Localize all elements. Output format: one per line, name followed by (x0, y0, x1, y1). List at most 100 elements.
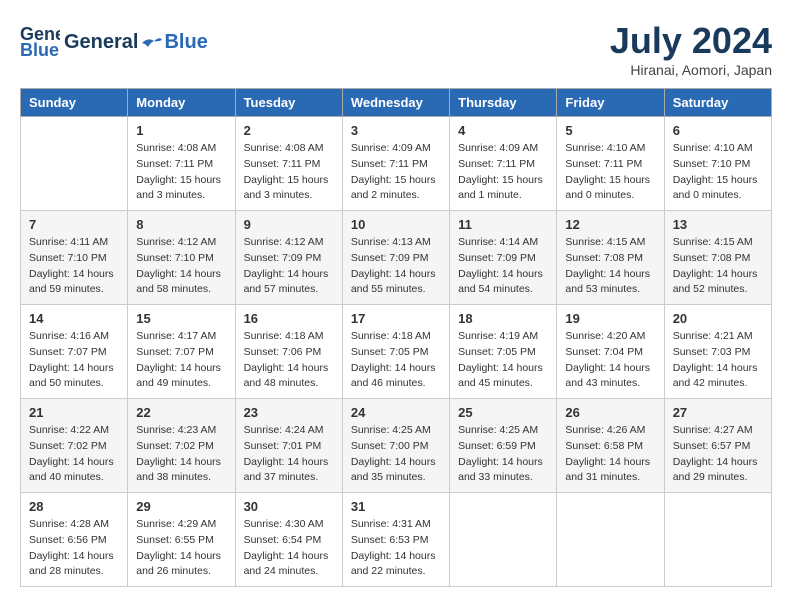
day-info: Sunrise: 4:20 AM Sunset: 7:04 PM Dayligh… (565, 329, 655, 392)
day-info: Sunrise: 4:13 AM Sunset: 7:09 PM Dayligh… (351, 235, 441, 298)
day-info: Sunrise: 4:10 AM Sunset: 7:11 PM Dayligh… (565, 141, 655, 204)
day-number: 29 (136, 499, 226, 514)
calendar-cell: 25 Sunrise: 4:25 AM Sunset: 6:59 PM Dayli… (450, 399, 557, 493)
calendar-cell: 27 Sunrise: 4:27 AM Sunset: 6:57 PM Dayli… (664, 399, 771, 493)
calendar-cell: 16 Sunrise: 4:18 AM Sunset: 7:06 PM Dayli… (235, 305, 342, 399)
day-number: 28 (29, 499, 119, 514)
day-number: 5 (565, 123, 655, 138)
calendar-cell: 19 Sunrise: 4:20 AM Sunset: 7:04 PM Dayli… (557, 305, 664, 399)
day-info: Sunrise: 4:17 AM Sunset: 7:07 PM Dayligh… (136, 329, 226, 392)
calendar-cell (450, 493, 557, 587)
day-info: Sunrise: 4:18 AM Sunset: 7:06 PM Dayligh… (244, 329, 334, 392)
week-row-4: 21 Sunrise: 4:22 AM Sunset: 7:02 PM Dayli… (21, 399, 772, 493)
day-number: 27 (673, 405, 763, 420)
day-info: Sunrise: 4:12 AM Sunset: 7:10 PM Dayligh… (136, 235, 226, 298)
calendar-cell: 1Sunrise: 4:08 AM Sunset: 7:11 PM Daylig… (128, 117, 235, 211)
calendar-cell: 12 Sunrise: 4:15 AM Sunset: 7:08 PM Dayli… (557, 211, 664, 305)
day-number: 16 (244, 311, 334, 326)
day-number: 11 (458, 217, 548, 232)
day-number: 10 (351, 217, 441, 232)
logo: General Blue General Blue (20, 20, 208, 65)
day-number: 17 (351, 311, 441, 326)
day-header-friday: Friday (557, 89, 664, 117)
week-row-5: 28 Sunrise: 4:28 AM Sunset: 6:56 PM Dayli… (21, 493, 772, 587)
day-number: 19 (565, 311, 655, 326)
day-number: 26 (565, 405, 655, 420)
calendar-cell: 29 Sunrise: 4:29 AM Sunset: 6:55 PM Dayli… (128, 493, 235, 587)
calendar-cell: 20Sunrise: 4:21 AM Sunset: 7:03 PM Dayli… (664, 305, 771, 399)
day-info: Sunrise: 4:11 AM Sunset: 7:10 PM Dayligh… (29, 235, 119, 298)
day-info: Sunrise: 4:12 AM Sunset: 7:09 PM Dayligh… (244, 235, 334, 298)
calendar-cell: 17 Sunrise: 4:18 AM Sunset: 7:05 PM Dayli… (342, 305, 449, 399)
day-info: Sunrise: 4:18 AM Sunset: 7:05 PM Dayligh… (351, 329, 441, 392)
day-info: Sunrise: 4:24 AM Sunset: 7:01 PM Dayligh… (244, 423, 334, 486)
calendar-table: SundayMondayTuesdayWednesdayThursdayFrid… (20, 88, 772, 587)
calendar-cell: 10 Sunrise: 4:13 AM Sunset: 7:09 PM Dayli… (342, 211, 449, 305)
day-number: 18 (458, 311, 548, 326)
calendar-cell: 5 Sunrise: 4:10 AM Sunset: 7:11 PM Daylig… (557, 117, 664, 211)
day-info: Sunrise: 4:15 AM Sunset: 7:08 PM Dayligh… (565, 235, 655, 298)
day-info: Sunrise: 4:16 AM Sunset: 7:07 PM Dayligh… (29, 329, 119, 392)
bird-icon (140, 35, 162, 51)
title-block: July 2024 Hiranai, Aomori, Japan (610, 20, 772, 78)
day-info: Sunrise: 4:22 AM Sunset: 7:02 PM Dayligh… (29, 423, 119, 486)
calendar-cell: 3Sunrise: 4:09 AM Sunset: 7:11 PM Daylig… (342, 117, 449, 211)
calendar-cell: 9 Sunrise: 4:12 AM Sunset: 7:09 PM Daylig… (235, 211, 342, 305)
day-number: 15 (136, 311, 226, 326)
calendar-cell: 30 Sunrise: 4:30 AM Sunset: 6:54 PM Dayli… (235, 493, 342, 587)
day-number: 13 (673, 217, 763, 232)
day-number: 4 (458, 123, 548, 138)
calendar-cell: 15 Sunrise: 4:17 AM Sunset: 7:07 PM Dayli… (128, 305, 235, 399)
calendar-cell: 23Sunrise: 4:24 AM Sunset: 7:01 PM Dayli… (235, 399, 342, 493)
day-header-monday: Monday (128, 89, 235, 117)
day-info: Sunrise: 4:28 AM Sunset: 6:56 PM Dayligh… (29, 517, 119, 580)
day-number: 30 (244, 499, 334, 514)
day-info: Sunrise: 4:09 AM Sunset: 7:11 PM Dayligh… (351, 141, 441, 204)
logo-icon: General Blue (20, 20, 60, 60)
day-number: 8 (136, 217, 226, 232)
location: Hiranai, Aomori, Japan (610, 62, 772, 78)
day-info: Sunrise: 4:09 AM Sunset: 7:11 PM Dayligh… (458, 141, 548, 204)
day-number: 21 (29, 405, 119, 420)
day-info: Sunrise: 4:14 AM Sunset: 7:09 PM Dayligh… (458, 235, 548, 298)
day-info: Sunrise: 4:27 AM Sunset: 6:57 PM Dayligh… (673, 423, 763, 486)
calendar-cell (664, 493, 771, 587)
day-number: 6 (673, 123, 763, 138)
day-number: 7 (29, 217, 119, 232)
week-row-2: 7 Sunrise: 4:11 AM Sunset: 7:10 PM Daylig… (21, 211, 772, 305)
calendar-cell (21, 117, 128, 211)
week-row-3: 14 Sunrise: 4:16 AM Sunset: 7:07 PM Dayli… (21, 305, 772, 399)
day-info: Sunrise: 4:23 AM Sunset: 7:02 PM Dayligh… (136, 423, 226, 486)
day-number: 25 (458, 405, 548, 420)
day-header-sunday: Sunday (21, 89, 128, 117)
day-number: 1 (136, 123, 226, 138)
calendar-cell: 24Sunrise: 4:25 AM Sunset: 7:00 PM Dayli… (342, 399, 449, 493)
calendar-cell: 22Sunrise: 4:23 AM Sunset: 7:02 PM Dayli… (128, 399, 235, 493)
day-number: 14 (29, 311, 119, 326)
week-row-1: 1Sunrise: 4:08 AM Sunset: 7:11 PM Daylig… (21, 117, 772, 211)
day-info: Sunrise: 4:25 AM Sunset: 6:59 PM Dayligh… (458, 423, 548, 486)
day-number: 24 (351, 405, 441, 420)
calendar-cell: 18 Sunrise: 4:19 AM Sunset: 7:05 PM Dayli… (450, 305, 557, 399)
day-info: Sunrise: 4:26 AM Sunset: 6:58 PM Dayligh… (565, 423, 655, 486)
calendar-cell: 26 Sunrise: 4:26 AM Sunset: 6:58 PM Dayli… (557, 399, 664, 493)
day-number: 12 (565, 217, 655, 232)
month-title: July 2024 (610, 20, 772, 62)
calendar-cell: 28 Sunrise: 4:28 AM Sunset: 6:56 PM Dayli… (21, 493, 128, 587)
calendar-cell: 6Sunrise: 4:10 AM Sunset: 7:10 PM Daylig… (664, 117, 771, 211)
day-info: Sunrise: 4:30 AM Sunset: 6:54 PM Dayligh… (244, 517, 334, 580)
day-info: Sunrise: 4:31 AM Sunset: 6:53 PM Dayligh… (351, 517, 441, 580)
logo-blue-text: Blue (164, 31, 207, 54)
day-number: 31 (351, 499, 441, 514)
calendar-cell (557, 493, 664, 587)
day-info: Sunrise: 4:15 AM Sunset: 7:08 PM Dayligh… (673, 235, 763, 298)
day-header-tuesday: Tuesday (235, 89, 342, 117)
calendar-cell: 11 Sunrise: 4:14 AM Sunset: 7:09 PM Dayli… (450, 211, 557, 305)
day-header-wednesday: Wednesday (342, 89, 449, 117)
day-info: Sunrise: 4:19 AM Sunset: 7:05 PM Dayligh… (458, 329, 548, 392)
calendar-cell: 31 Sunrise: 4:31 AM Sunset: 6:53 PM Dayli… (342, 493, 449, 587)
day-number: 9 (244, 217, 334, 232)
svg-text:Blue: Blue (20, 40, 59, 60)
day-header-thursday: Thursday (450, 89, 557, 117)
day-info: Sunrise: 4:29 AM Sunset: 6:55 PM Dayligh… (136, 517, 226, 580)
